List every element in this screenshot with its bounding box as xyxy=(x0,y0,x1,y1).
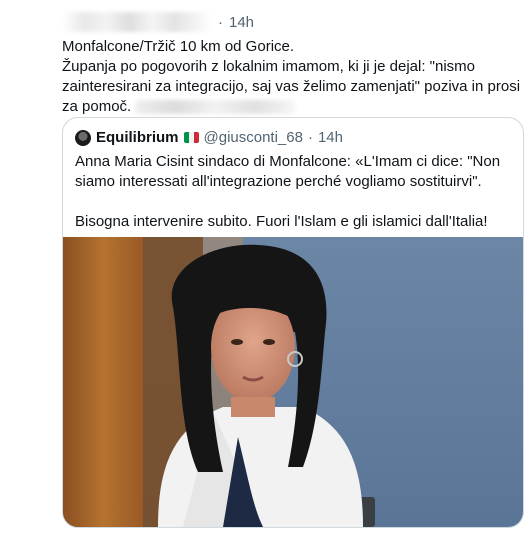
tweet-timestamp[interactable]: 14h xyxy=(229,14,254,31)
separator-dot: · xyxy=(307,129,313,146)
photo-of-woman xyxy=(63,237,523,527)
quoted-tweet-text: Anna Maria Cisint sindaco di Monfalcone:… xyxy=(75,152,511,232)
quoted-author-name[interactable]: Equilibrium xyxy=(96,129,179,146)
quoted-tweet-photo[interactable] xyxy=(63,237,523,527)
tweet-text-line1: Monfalcone/Tržič 10 km od Gorice. xyxy=(62,38,295,55)
separator-dot: · xyxy=(218,13,223,31)
quoted-tweet[interactable]: Equilibrium @giusconti_68 · 14h Anna Mar… xyxy=(62,117,524,528)
quoted-text-paragraph-1: Anna Maria Cisint sindaco di Monfalcone:… xyxy=(75,153,501,190)
quoted-text-paragraph-2: Bisogna intervenire subito. Fuori l'Isla… xyxy=(75,213,488,230)
tweet-text: Monfalcone/Tržič 10 km od Gorice. Županj… xyxy=(62,37,524,117)
italy-flag-icon xyxy=(183,132,199,143)
quoted-tweet-header: Equilibrium @giusconti_68 · 14h xyxy=(75,129,343,146)
author-name-redacted[interactable] xyxy=(62,12,212,32)
tweet-header: · 14h xyxy=(62,12,254,32)
redacted-text xyxy=(135,100,296,115)
avatar[interactable] xyxy=(75,129,91,146)
quoted-tweet-timestamp[interactable]: 14h xyxy=(318,129,343,146)
tweet[interactable]: · 14h Monfalcone/Tržič 10 km od Gorice. … xyxy=(0,0,532,535)
quoted-author-handle[interactable]: @giusconti_68 xyxy=(204,129,303,146)
